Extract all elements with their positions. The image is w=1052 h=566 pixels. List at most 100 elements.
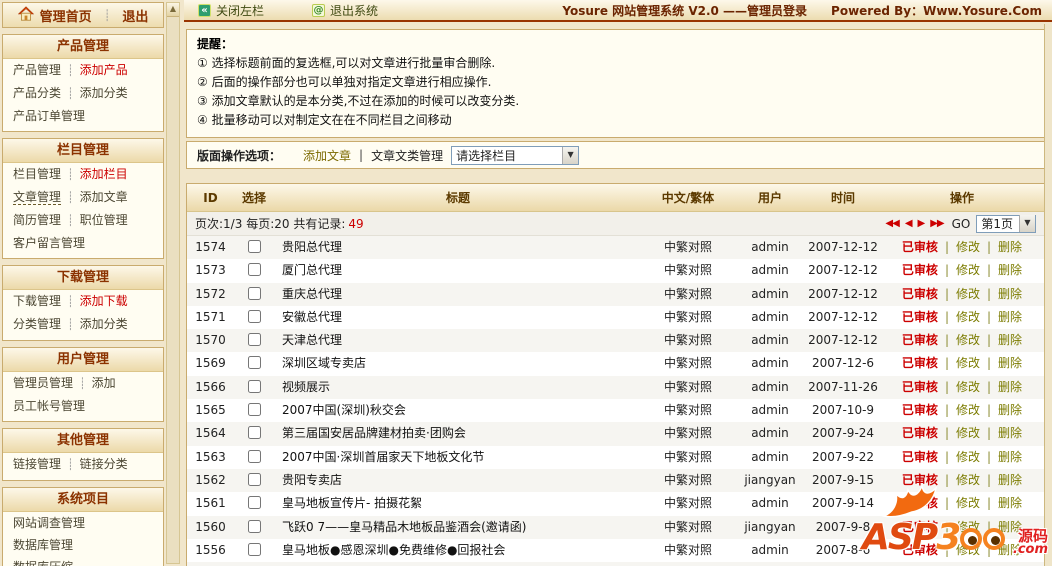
- sidebar-item[interactable]: 网站调查管理: [13, 516, 85, 530]
- audited-link[interactable]: 已审核: [902, 403, 938, 417]
- delete-link[interactable]: 删除: [998, 426, 1022, 440]
- article-title-link[interactable]: 2007中国(深圳)秋交会: [282, 403, 406, 417]
- edit-link[interactable]: 修改: [956, 310, 980, 324]
- sidebar-item[interactable]: 添加栏目: [80, 167, 128, 181]
- sidebar-item[interactable]: 添加产品: [80, 63, 128, 77]
- logout-link[interactable]: 退出: [122, 6, 148, 25]
- edit-link[interactable]: 修改: [956, 473, 980, 487]
- audited-link[interactable]: 已审核: [902, 426, 938, 440]
- delete-link[interactable]: 删除: [998, 473, 1022, 487]
- lang-compare-link[interactable]: 中繁对照: [664, 263, 712, 277]
- lang-compare-link[interactable]: 中繁对照: [664, 543, 712, 557]
- main-scrollbar[interactable]: [1044, 24, 1052, 566]
- add-article-link[interactable]: 添加文章: [303, 147, 351, 164]
- row-checkbox[interactable]: [247, 263, 261, 277]
- article-title-link[interactable]: 贵阳专卖店: [282, 473, 342, 487]
- logout-system-button[interactable]: @ 退出系统: [312, 2, 378, 19]
- sidebar-item[interactable]: 管理员管理: [13, 376, 73, 390]
- article-title-link[interactable]: 安徽总代理: [282, 310, 342, 324]
- article-title-link[interactable]: 第三届国安居品牌建材拍卖·团购会: [282, 426, 466, 440]
- article-title-link[interactable]: 天津总代理: [282, 333, 342, 347]
- sidebar-item[interactable]: 员工帐号管理: [13, 399, 85, 413]
- delete-link[interactable]: 删除: [998, 287, 1022, 301]
- sidebar-item[interactable]: 添加下载: [80, 294, 128, 308]
- audited-link[interactable]: 已审核: [902, 473, 938, 487]
- sidebar-item[interactable]: 产品分类: [13, 86, 61, 100]
- row-checkbox[interactable]: [247, 542, 261, 556]
- audited-link[interactable]: 已审核: [902, 333, 938, 347]
- lang-compare-link[interactable]: 中繁对照: [664, 310, 712, 324]
- delete-link[interactable]: 删除: [998, 333, 1022, 347]
- page-select[interactable]: 第1页 ▼: [976, 214, 1036, 233]
- sidebar-item[interactable]: 添加: [92, 376, 116, 390]
- sidebar-item[interactable]: 产品管理: [13, 63, 61, 77]
- sidebar-item[interactable]: 添加文章: [80, 190, 128, 204]
- delete-link[interactable]: 删除: [998, 496, 1022, 510]
- sidebar-item[interactable]: 数据库管理: [13, 538, 73, 552]
- row-checkbox[interactable]: [247, 356, 261, 370]
- article-title-link[interactable]: 皇马地板●感恩深圳●免费维修●回报社会: [282, 543, 505, 557]
- audited-link[interactable]: 已审核: [902, 263, 938, 277]
- lang-compare-link[interactable]: 中繁对照: [664, 450, 712, 464]
- edit-link[interactable]: 修改: [956, 263, 980, 277]
- lang-compare-link[interactable]: 中繁对照: [664, 520, 712, 534]
- lang-compare-link[interactable]: 中繁对照: [664, 380, 712, 394]
- article-title-link[interactable]: 2007中国·深圳首届家天下地板文化节: [282, 450, 484, 464]
- lang-compare-link[interactable]: 中繁对照: [664, 403, 712, 417]
- delete-link[interactable]: 删除: [998, 356, 1022, 370]
- lang-compare-link[interactable]: 中繁对照: [664, 356, 712, 370]
- sidebar-item[interactable]: 分类管理: [13, 317, 61, 331]
- edit-link[interactable]: 修改: [956, 380, 980, 394]
- lang-compare-link[interactable]: 中繁对照: [664, 333, 712, 347]
- sidebar-item[interactable]: 添加分类: [80, 86, 128, 100]
- home-link[interactable]: 管理首页: [40, 6, 92, 25]
- edit-link[interactable]: 修改: [956, 496, 980, 510]
- row-checkbox[interactable]: [247, 309, 261, 323]
- close-left-button[interactable]: « 关闭左栏: [198, 2, 264, 19]
- audited-link[interactable]: 已审核: [902, 240, 938, 254]
- row-checkbox[interactable]: [247, 449, 261, 463]
- lang-compare-link[interactable]: 中繁对照: [664, 473, 712, 487]
- delete-link[interactable]: 删除: [998, 543, 1022, 557]
- sidebar-scrollbar[interactable]: ▲: [166, 2, 180, 564]
- edit-link[interactable]: 修改: [956, 543, 980, 557]
- last-page-icon[interactable]: ▶▶: [930, 218, 944, 229]
- delete-link[interactable]: 删除: [998, 263, 1022, 277]
- delete-link[interactable]: 删除: [998, 240, 1022, 254]
- audited-link[interactable]: 已审核: [902, 356, 938, 370]
- lang-compare-link[interactable]: 中繁对照: [664, 496, 712, 510]
- edit-link[interactable]: 修改: [956, 240, 980, 254]
- delete-link[interactable]: 删除: [998, 403, 1022, 417]
- delete-link[interactable]: 删除: [998, 310, 1022, 324]
- row-checkbox[interactable]: [247, 519, 261, 533]
- go-button[interactable]: GO: [952, 217, 971, 231]
- audited-link[interactable]: 已审核: [902, 496, 938, 510]
- sidebar-item[interactable]: 产品订单管理: [13, 109, 85, 123]
- sidebar-item[interactable]: 链接分类: [80, 457, 128, 471]
- row-checkbox[interactable]: [247, 240, 261, 253]
- sidebar-item[interactable]: 添加分类: [80, 317, 128, 331]
- next-page-icon[interactable]: ▶: [918, 218, 926, 229]
- edit-link[interactable]: 修改: [956, 356, 980, 370]
- article-title-link[interactable]: 厦门总代理: [282, 263, 342, 277]
- article-category-manage-link[interactable]: 文章文类管理: [371, 147, 443, 164]
- delete-link[interactable]: 删除: [998, 380, 1022, 394]
- column-select[interactable]: 请选择栏目 ▼: [451, 145, 580, 165]
- row-checkbox[interactable]: [247, 379, 261, 393]
- audited-link[interactable]: 已审核: [902, 543, 938, 557]
- prev-page-icon[interactable]: ◀: [905, 218, 913, 229]
- sidebar-item[interactable]: 数据库压缩: [13, 560, 73, 566]
- edit-link[interactable]: 修改: [956, 520, 980, 534]
- edit-link[interactable]: 修改: [956, 287, 980, 301]
- sidebar-item[interactable]: 栏目管理: [13, 167, 61, 181]
- row-checkbox[interactable]: [247, 286, 261, 300]
- sidebar-item[interactable]: 链接管理: [13, 457, 61, 471]
- article-title-link[interactable]: 深圳区域专卖店: [282, 356, 366, 370]
- delete-link[interactable]: 删除: [998, 450, 1022, 464]
- delete-link[interactable]: 删除: [998, 520, 1022, 534]
- sidebar-item[interactable]: 下载管理: [13, 294, 61, 308]
- article-title-link[interactable]: 视频展示: [282, 380, 330, 394]
- sidebar-item[interactable]: 文章管理: [13, 190, 62, 205]
- audited-link[interactable]: 已审核: [902, 380, 938, 394]
- edit-link[interactable]: 修改: [956, 450, 980, 464]
